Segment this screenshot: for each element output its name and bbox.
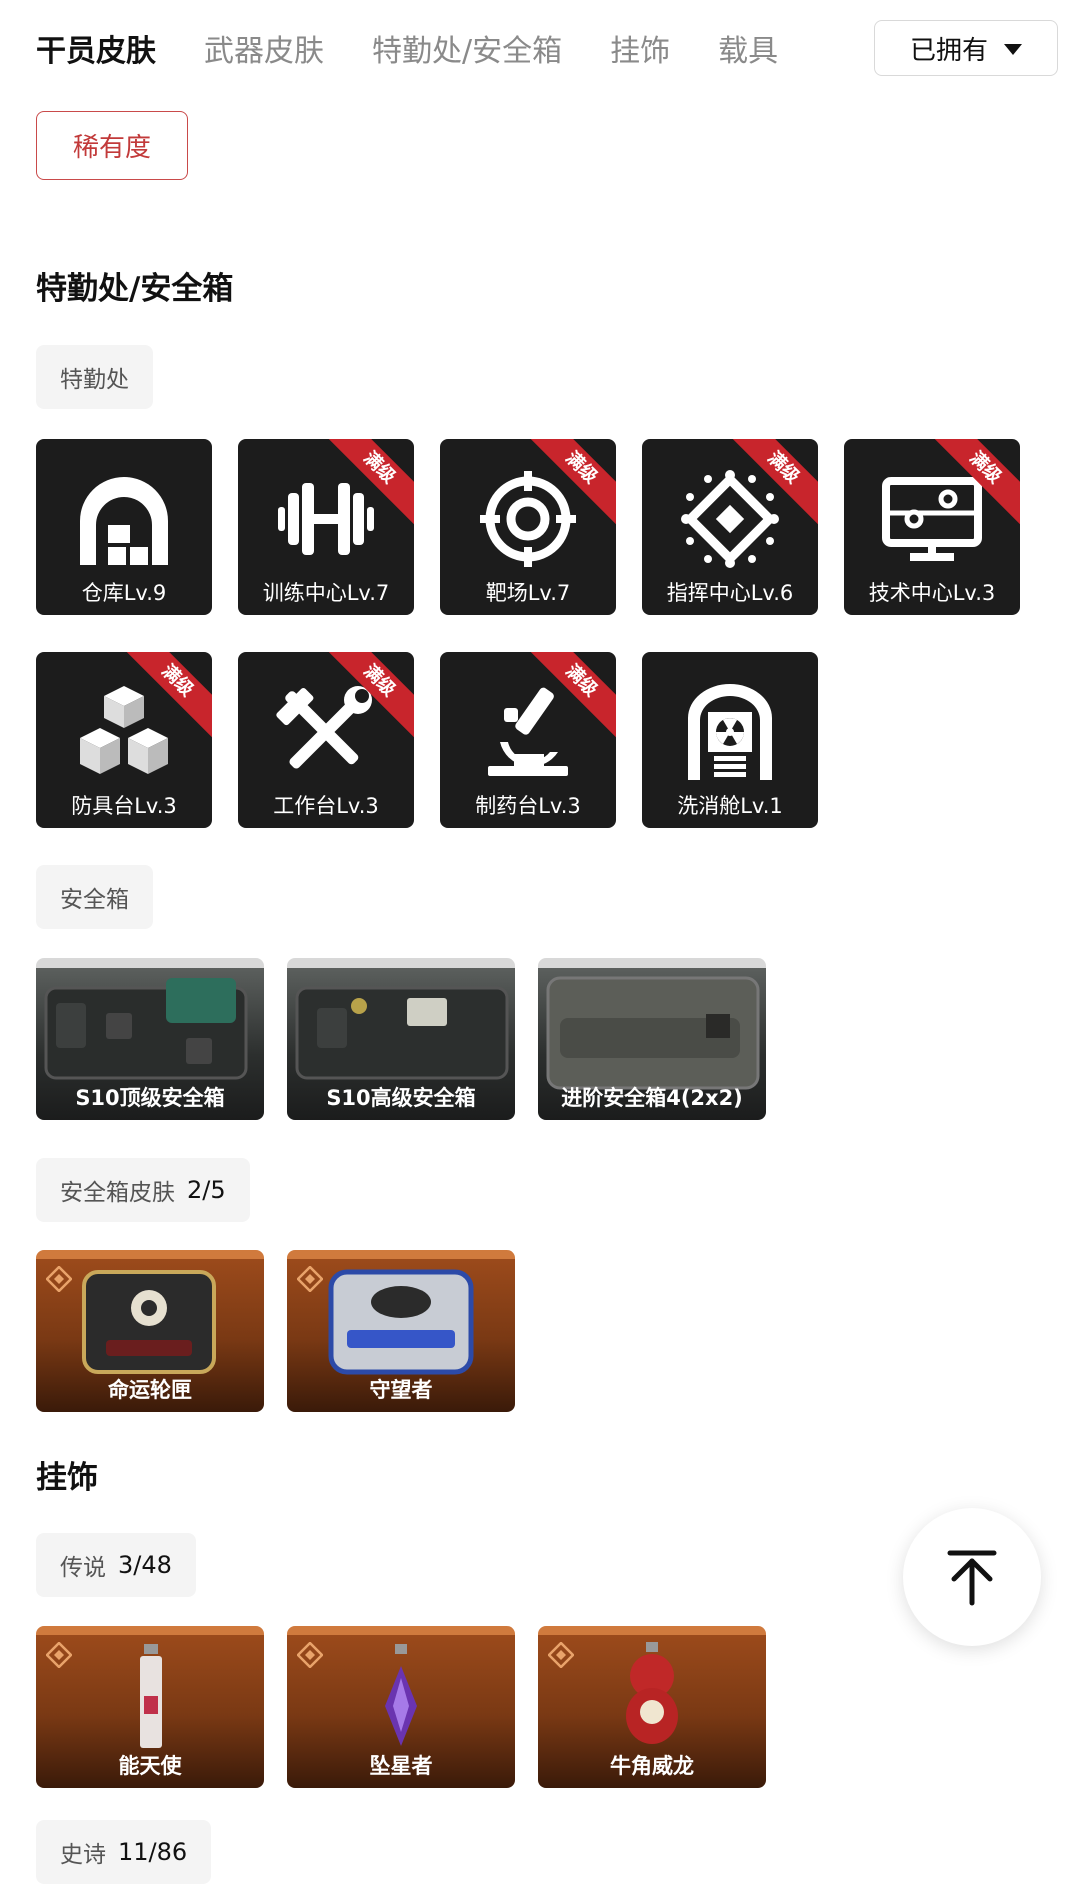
facility-label: 防具台Lv.3 — [71, 794, 177, 818]
category-tabs: 干员皮肤 武器皮肤 特勤处/安全箱 挂饰 载具 已拥有 — [36, 20, 1070, 76]
chip-epic-count: 11/86 — [118, 1838, 188, 1866]
tab-vehicles[interactable]: 载具 — [718, 26, 778, 70]
facility-tile-armor[interactable]: 满级 防具台Lv.3 — [36, 652, 212, 828]
microscope-icon — [488, 687, 568, 776]
safebox-card[interactable]: S10高级安全箱 — [287, 958, 515, 1120]
tools-icon — [276, 686, 372, 769]
charm-label: 牛角威龙 — [610, 1754, 694, 1778]
facility-tile-pharmacy[interactable]: 满级 制药台Lv.3 — [440, 652, 616, 828]
facility-tile-decon[interactable]: 洗消舱Lv.1 — [642, 652, 818, 828]
safebox-skin-label: 守望者 — [369, 1378, 433, 1402]
chip-safebox-skin-label: 安全箱皮肤 — [60, 1180, 175, 1206]
facility-tile-tech[interactable]: 满级 技术中心Lv.3 — [844, 439, 1020, 615]
chip-facility[interactable]: 特勤处 — [36, 345, 153, 409]
safebox-label: S10顶级安全箱 — [75, 1086, 225, 1110]
chip-safebox-skin[interactable]: 安全箱皮肤 2/5 — [36, 1158, 250, 1222]
facility-label: 靶场Lv.7 — [485, 581, 571, 605]
facility-label: 技术中心Lv.3 — [868, 581, 996, 605]
chip-facility-label: 特勤处 — [60, 367, 129, 393]
facility-label: 仓库Lv.9 — [81, 581, 167, 605]
facility-tile-warehouse[interactable]: 仓库Lv.9 — [36, 439, 212, 615]
charm-card[interactable]: 能天使 — [36, 1626, 264, 1788]
chip-safebox-skin-count: 2/5 — [187, 1176, 226, 1204]
safebox-skin-card[interactable]: 命运轮匣 — [36, 1250, 264, 1412]
safebox-card[interactable]: 进阶安全箱4(2x2) — [538, 958, 766, 1120]
chip-legendary-count: 3/48 — [118, 1551, 172, 1579]
warehouse-icon — [80, 477, 168, 565]
back-to-top-button[interactable] — [903, 1508, 1041, 1646]
page: 干员皮肤 武器皮肤 特勤处/安全箱 挂饰 载具 已拥有 稀有度 特勤处/安全箱 … — [0, 0, 1070, 1900]
owned-filter-label: 已拥有 — [909, 35, 988, 66]
charm-card[interactable]: 牛角威龙 — [538, 1626, 766, 1788]
facility-label: 训练中心Lv.7 — [262, 581, 390, 605]
tab-facility-safebox[interactable]: 特勤处/安全箱 — [372, 26, 562, 70]
safebox-label: 进阶安全箱4(2x2) — [561, 1086, 743, 1110]
facility-tile-workbench[interactable]: 满级 工作台Lv.3 — [238, 652, 414, 828]
charm-label: 坠星者 — [369, 1754, 433, 1778]
chip-epic[interactable]: 史诗 11/86 — [36, 1820, 212, 1884]
charm-card[interactable]: 坠星者 — [287, 1626, 515, 1788]
tab-charms[interactable]: 挂饰 — [610, 26, 670, 70]
tab-operator-skins[interactable]: 干员皮肤 — [36, 26, 156, 70]
chip-safebox-label: 安全箱 — [60, 887, 129, 913]
section-title-charms: 挂饰 — [36, 1460, 98, 1496]
owned-filter-dropdown[interactable]: 已拥有 — [874, 20, 1058, 76]
decontamination-icon — [688, 684, 772, 780]
chip-icon — [681, 470, 779, 568]
safebox-skin-card[interactable]: 守望者 — [287, 1250, 515, 1412]
arrow-up-to-top-icon — [947, 1550, 997, 1606]
barbell-icon — [278, 483, 374, 555]
chip-safebox[interactable]: 安全箱 — [36, 865, 153, 929]
monitor-icon — [882, 477, 982, 561]
target-icon — [480, 471, 576, 567]
facility-tile-range[interactable]: 满级 靶场Lv.7 — [440, 439, 616, 615]
facility-label: 工作台Lv.3 — [273, 794, 379, 818]
facility-label: 制药台Lv.3 — [475, 794, 581, 818]
facility-label: 指挥中心Lv.6 — [666, 581, 794, 605]
tab-weapon-skins[interactable]: 武器皮肤 — [204, 26, 324, 70]
chip-legendary[interactable]: 传说 3/48 — [36, 1533, 196, 1597]
facility-tile-training[interactable]: 满级 训练中心Lv.7 — [238, 439, 414, 615]
cubes-icon — [80, 686, 168, 774]
facility-label: 洗消舱Lv.1 — [677, 794, 783, 818]
caret-down-icon — [1004, 44, 1022, 55]
safebox-skin-label: 命运轮匣 — [108, 1378, 192, 1402]
section-title-facility: 特勤处/安全箱 — [36, 271, 234, 307]
chip-legendary-label: 传说 — [60, 1555, 106, 1581]
facility-tile-command[interactable]: 满级 指挥中心Lv.6 — [642, 439, 818, 615]
rarity-filter-button[interactable]: 稀有度 — [36, 111, 188, 180]
charm-label: 能天使 — [118, 1754, 182, 1778]
chip-epic-label: 史诗 — [60, 1842, 106, 1868]
safebox-label: S10高级安全箱 — [326, 1086, 476, 1110]
safebox-card[interactable]: S10顶级安全箱 — [36, 958, 264, 1120]
